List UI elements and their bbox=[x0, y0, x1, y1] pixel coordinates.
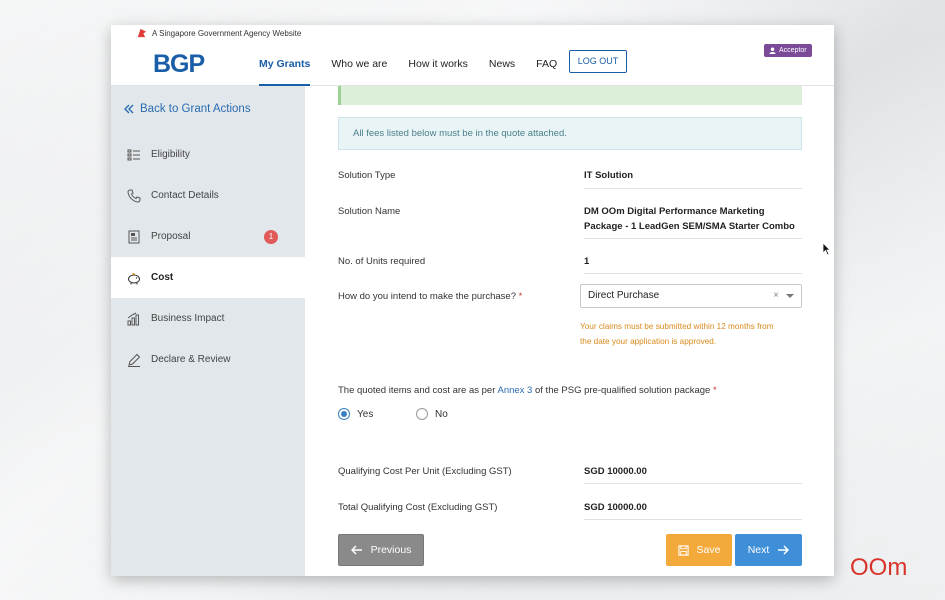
sidebar-item-proposal[interactable]: Proposal 1 bbox=[111, 216, 305, 257]
cost-form: All fees listed below must be in the quo… bbox=[305, 86, 834, 576]
sidebar-item-cost[interactable]: Cost bbox=[111, 257, 305, 298]
solution-name-label: Solution Name bbox=[338, 206, 401, 217]
claims-deadline-warning: Your claims must be submitted within 12 … bbox=[580, 319, 802, 349]
solution-type-label: Solution Type bbox=[338, 170, 396, 181]
nav-how-it-works[interactable]: How it works bbox=[408, 42, 468, 86]
success-banner bbox=[338, 86, 802, 105]
units-required-label: No. of Units required bbox=[338, 256, 426, 267]
oom-watermark-logo: OOm bbox=[850, 554, 907, 581]
quote-text-before: The quoted items and cost are as per bbox=[338, 385, 498, 396]
list-icon bbox=[127, 149, 140, 160]
radio-no-label: No bbox=[435, 408, 448, 420]
double-chevron-left-icon bbox=[124, 104, 134, 114]
site-header: BGP My Grants Who we are How it works Ne… bbox=[111, 42, 834, 86]
sidebar-item-label: Proposal bbox=[151, 231, 191, 242]
cost-per-unit-label: Qualifying Cost Per Unit (Excluding GST) bbox=[338, 466, 512, 477]
cost-per-unit-value: SGD 10000.00 bbox=[584, 464, 802, 484]
total-cost-label: Total Qualifying Cost (Excluding GST) bbox=[338, 502, 498, 513]
radio-no[interactable]: No bbox=[416, 408, 448, 420]
save-button[interactable]: Save bbox=[666, 534, 732, 566]
role-label: Acceptor bbox=[779, 47, 807, 54]
lion-head-icon bbox=[137, 28, 147, 38]
proposal-count-badge: 1 bbox=[264, 229, 278, 244]
radio-yes-label: Yes bbox=[357, 408, 374, 420]
floppy-disk-icon bbox=[677, 544, 689, 556]
nav-faq[interactable]: FAQ bbox=[536, 42, 557, 86]
logout-button[interactable]: LOG OUT bbox=[569, 50, 627, 73]
purchase-method-select[interactable]: Direct Purchase × bbox=[580, 284, 802, 308]
purchase-method-label-text: How do you intend to make the purchase? bbox=[338, 291, 516, 302]
radio-yes-button[interactable] bbox=[338, 408, 350, 420]
sidebar-item-label: Business Impact bbox=[151, 313, 225, 324]
solution-type-value: IT Solution bbox=[584, 168, 802, 189]
fees-info-note: All fees listed below must be in the quo… bbox=[338, 117, 802, 150]
previous-button[interactable]: Previous bbox=[338, 534, 424, 566]
user-icon bbox=[769, 47, 776, 54]
bar-chart-icon bbox=[127, 312, 139, 325]
arrow-right-icon bbox=[778, 545, 790, 555]
quote-text-after: of the PSG pre-qualified solution packag… bbox=[532, 385, 713, 396]
sidebar-item-label: Contact Details bbox=[151, 190, 219, 201]
annex-3-link[interactable]: Annex 3 bbox=[497, 385, 532, 396]
radio-yes[interactable]: Yes bbox=[338, 408, 373, 420]
sidebar-item-label: Eligibility bbox=[151, 149, 190, 160]
purchase-method-selected: Direct Purchase bbox=[588, 290, 660, 301]
sidebar-item-declare-review[interactable]: Declare & Review bbox=[111, 339, 305, 380]
next-button-label: Next bbox=[747, 544, 770, 556]
document-icon bbox=[128, 230, 140, 243]
gov-banner: A Singapore Government Agency Website bbox=[111, 25, 834, 42]
sidebar-item-label: Cost bbox=[151, 272, 174, 283]
previous-button-label: Previous bbox=[370, 544, 412, 556]
units-required-value: 1 bbox=[584, 254, 802, 274]
clear-selection-icon[interactable]: × bbox=[773, 285, 779, 307]
bgp-logo[interactable]: BGP bbox=[153, 50, 205, 79]
nav-who-we-are[interactable]: Who we are bbox=[331, 42, 387, 86]
gov-banner-text: A Singapore Government Agency Website bbox=[152, 29, 302, 38]
back-link-label: Back to Grant Actions bbox=[140, 103, 251, 115]
solution-name-line-2: Package - 1 LeadGen SEM/SMA Starter Comb… bbox=[584, 221, 795, 232]
next-button[interactable]: Next bbox=[735, 534, 802, 566]
sidebar: Back to Grant Actions Eligibility Contac… bbox=[111, 86, 305, 576]
arrow-left-icon bbox=[350, 545, 362, 555]
quote-annex-question: The quoted items and cost are as per Ann… bbox=[338, 385, 717, 396]
sidebar-item-contact-details[interactable]: Contact Details bbox=[111, 175, 305, 216]
mouse-cursor-icon bbox=[822, 242, 831, 256]
chevron-down-icon[interactable] bbox=[786, 294, 794, 298]
back-to-grant-actions-link[interactable]: Back to Grant Actions bbox=[124, 103, 251, 115]
nav-my-grants[interactable]: My Grants bbox=[259, 42, 311, 86]
piggy-bank-icon bbox=[128, 272, 140, 284]
warning-line-2: the date your application is approved. bbox=[580, 337, 717, 346]
solution-name-value: DM OOm Digital Performance Marketing Pac… bbox=[584, 204, 802, 239]
save-button-label: Save bbox=[696, 544, 721, 556]
sidebar-item-eligibility[interactable]: Eligibility bbox=[111, 134, 305, 175]
pen-icon bbox=[128, 353, 141, 367]
warning-line-1: Your claims must be submitted within 12 … bbox=[580, 322, 774, 331]
phone-icon bbox=[127, 189, 141, 203]
sidebar-item-business-impact[interactable]: Business Impact bbox=[111, 298, 305, 339]
sidebar-item-label: Declare & Review bbox=[151, 354, 231, 365]
radio-no-button[interactable] bbox=[416, 408, 428, 420]
browser-window: A Singapore Government Agency Website BG… bbox=[111, 25, 834, 576]
role-badge[interactable]: Acceptor bbox=[764, 44, 812, 57]
purchase-method-label: How do you intend to make the purchase? … bbox=[338, 291, 522, 302]
nav-news[interactable]: News bbox=[489, 42, 515, 86]
main-nav: My Grants Who we are How it works News F… bbox=[259, 42, 578, 86]
solution-name-line-1: DM OOm Digital Performance Marketing bbox=[584, 206, 765, 217]
required-marker: * bbox=[712, 385, 717, 396]
required-marker: * bbox=[518, 291, 523, 302]
oom-watermark-text: OOm bbox=[850, 554, 907, 581]
total-cost-value: SGD 10000.00 bbox=[584, 500, 802, 520]
